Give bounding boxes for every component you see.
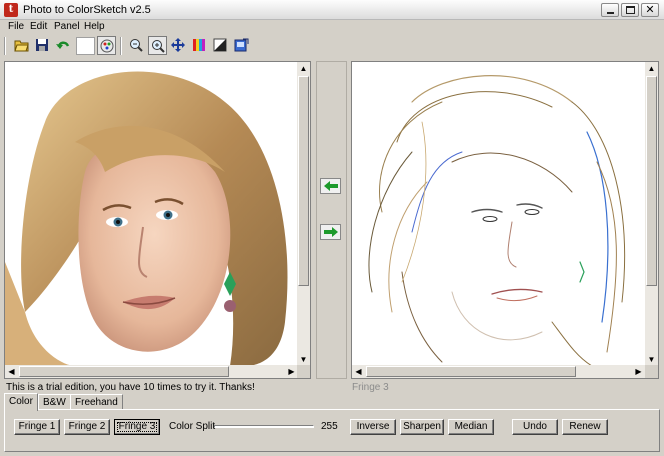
scroll-thumb[interactable] — [366, 366, 576, 377]
palette-icon[interactable] — [97, 36, 116, 55]
scroll-left-icon[interactable]: ◀ — [5, 365, 18, 378]
transfer-panel — [316, 61, 347, 379]
tab-freehand[interactable]: Freehand — [70, 394, 123, 410]
copy-to-left-button[interactable] — [320, 178, 341, 194]
sketch-image-pane[interactable]: ▲ ▼ ◀ ▶ — [351, 61, 659, 379]
close-icon: ✕ — [645, 4, 655, 16]
menu-panel[interactable]: Panel — [54, 21, 80, 32]
renew-button[interactable]: Renew — [562, 419, 608, 435]
undo-button[interactable]: Undo — [512, 419, 558, 435]
median-button[interactable]: Median — [448, 419, 494, 435]
color-bars-icon[interactable] — [190, 36, 209, 55]
toolbar-separator — [4, 37, 6, 55]
original-horizontal-scrollbar[interactable]: ◀ ▶ — [5, 365, 298, 378]
scroll-up-icon[interactable]: ▲ — [645, 62, 658, 75]
menu-edit[interactable]: Edit — [30, 21, 47, 32]
original-vertical-scrollbar[interactable]: ▲ ▼ — [297, 62, 310, 366]
toolbar-separator — [120, 37, 122, 55]
menu-bar: File Edit Panel Help — [0, 20, 664, 34]
scroll-thumb[interactable] — [646, 76, 657, 286]
tab-bw[interactable]: B&W — [38, 394, 71, 410]
color-split-slider[interactable] — [214, 425, 314, 428]
result-label: Fringe 3 — [352, 382, 389, 393]
menu-help[interactable]: Help — [84, 21, 105, 32]
color-split-label: Color Split — [169, 421, 216, 432]
copy-to-right-button[interactable] — [320, 224, 341, 240]
close-button[interactable]: ✕ — [641, 3, 659, 17]
minimize-icon — [607, 12, 614, 14]
zoom-out-icon[interactable] — [127, 36, 146, 55]
inverse-button[interactable]: Inverse — [350, 419, 396, 435]
scroll-thumb[interactable] — [298, 76, 309, 286]
blank-slot — [76, 37, 95, 55]
color-split-value: 255 — [321, 421, 338, 432]
trial-message: This is a trial edition, you have 10 tim… — [6, 382, 255, 393]
open-folder-icon[interactable] — [12, 36, 31, 55]
menu-file[interactable]: File — [8, 21, 24, 32]
sketch-horizontal-scrollbar[interactable]: ◀ ▶ — [352, 365, 645, 378]
contrast-icon[interactable] — [211, 36, 230, 55]
original-photo — [5, 62, 298, 366]
sketch-vertical-scrollbar[interactable]: ▲ ▼ — [645, 62, 658, 366]
arrow-right-icon — [324, 227, 338, 237]
maximize-button[interactable] — [621, 3, 639, 17]
scroll-left-icon[interactable]: ◀ — [352, 365, 365, 378]
save-icon[interactable] — [33, 36, 52, 55]
arrow-left-icon — [324, 181, 338, 191]
scroll-corner — [645, 365, 658, 378]
maximize-icon — [626, 6, 635, 14]
minimize-button[interactable] — [601, 3, 619, 17]
scroll-corner — [297, 365, 310, 378]
zoom-in-icon[interactable] — [148, 36, 167, 55]
scroll-thumb[interactable] — [19, 366, 229, 377]
sketch-result — [352, 62, 645, 366]
pan-icon[interactable] — [169, 36, 188, 55]
title-bar: t Photo to ColorSketch v2.5 ✕ — [0, 0, 664, 20]
original-image-pane[interactable]: ▲ ▼ ◀ ▶ — [4, 61, 311, 379]
fringe3-button[interactable]: Fringe 3 — [114, 419, 160, 435]
fringe1-button[interactable]: Fringe 1 — [14, 419, 60, 435]
sharpen-button[interactable]: Sharpen — [400, 419, 444, 435]
scroll-right-icon[interactable]: ▶ — [632, 365, 645, 378]
app-icon[interactable]: t — [4, 3, 18, 17]
export-icon[interactable] — [232, 36, 251, 55]
undo-icon[interactable] — [54, 36, 73, 55]
fringe2-button[interactable]: Fringe 2 — [64, 419, 110, 435]
tab-color[interactable]: Color — [4, 393, 38, 411]
scroll-up-icon[interactable]: ▲ — [297, 62, 310, 75]
window-title: Photo to ColorSketch v2.5 — [23, 4, 151, 16]
